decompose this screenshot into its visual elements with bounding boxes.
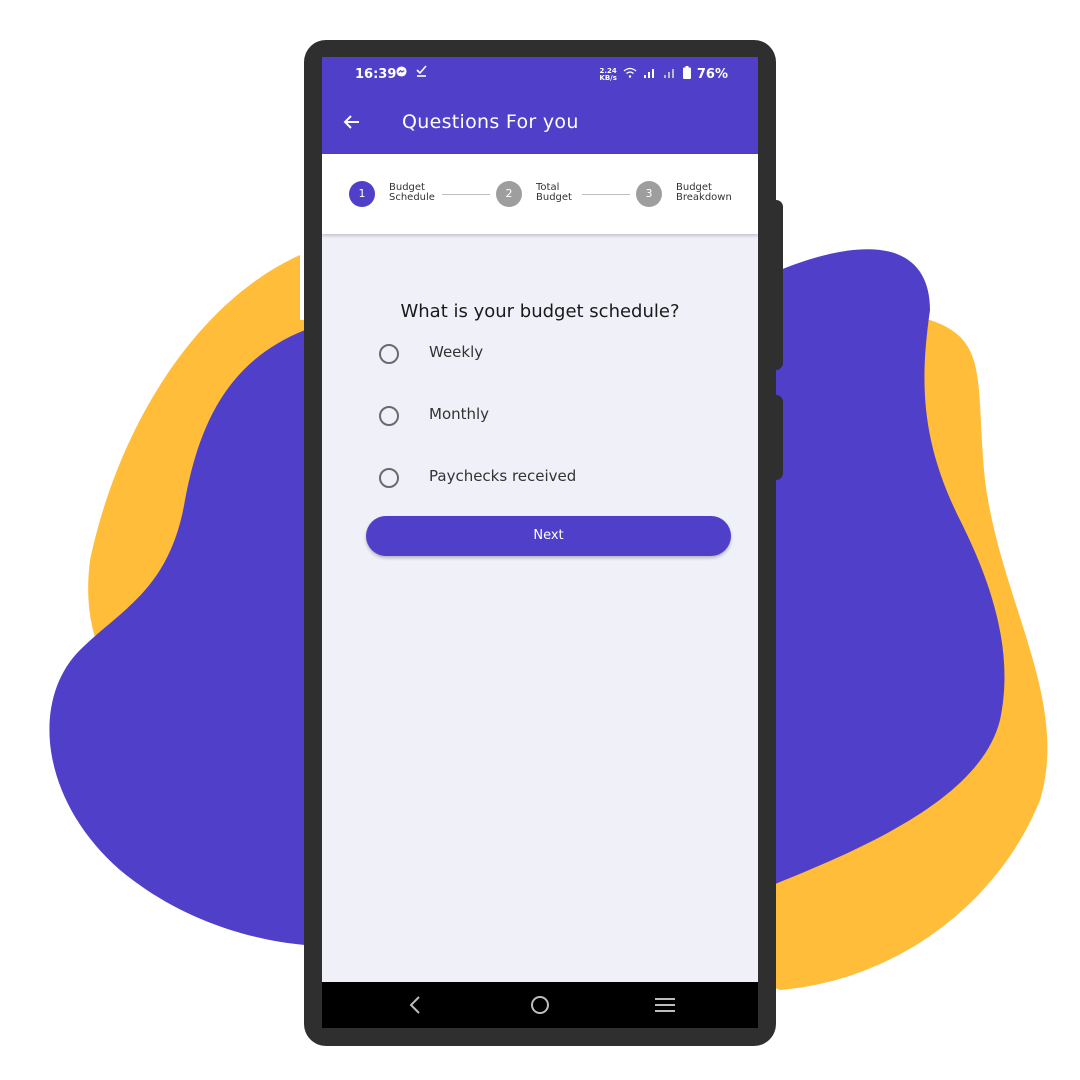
- page-title: Questions For you: [402, 111, 579, 133]
- step-1-label: Budget Schedule: [389, 183, 459, 203]
- battery-percent: 76%: [696, 67, 728, 82]
- status-left-icons: [396, 65, 427, 81]
- option-paychecks-received[interactable]: Paychecks received: [377, 458, 717, 498]
- network-speed: 2.24 KB/s: [599, 67, 617, 82]
- step-1-circle: 1: [349, 181, 375, 207]
- nav-recents-icon[interactable]: [654, 990, 676, 1024]
- status-right: 2.24 KB/s 76%: [599, 66, 728, 83]
- step-2-label: Total Budget: [536, 183, 606, 203]
- phone-screen: 16:39 2.24 KB/s 76% Questions For you 1 …: [322, 57, 758, 1028]
- status-bar: 16:39 2.24 KB/s 76%: [322, 57, 758, 91]
- nav-back-icon[interactable]: [408, 990, 422, 1024]
- step-3-circle: 3: [636, 181, 662, 207]
- stepper: 1 Budget Schedule 2 Total Budget 3 Budge…: [322, 154, 758, 234]
- network-speed-unit: KB/s: [599, 73, 617, 82]
- option-label: Paychecks received: [429, 467, 577, 485]
- step-connector-1: [442, 194, 490, 195]
- system-nav-bar: [322, 982, 758, 1028]
- app-bar: Questions For you: [322, 91, 758, 154]
- option-label: Monthly: [429, 405, 490, 423]
- signal-icon: [643, 67, 657, 82]
- arrow-left-icon[interactable]: [342, 106, 362, 139]
- radio-button[interactable]: [379, 468, 399, 488]
- download-done-icon: [415, 65, 427, 81]
- phone-side-button-lower: [776, 395, 783, 480]
- option-weekly[interactable]: Weekly: [377, 334, 717, 374]
- option-monthly[interactable]: Monthly: [377, 396, 717, 436]
- step-3-label: Budget Breakdown: [676, 183, 746, 203]
- status-time: 16:39: [355, 67, 397, 82]
- radio-button[interactable]: [379, 406, 399, 426]
- messenger-icon: [396, 66, 416, 81]
- phone-side-button-upper: [776, 200, 783, 370]
- question-heading: What is your budget schedule?: [400, 301, 680, 322]
- signal-weak-icon: [663, 67, 677, 82]
- step-3-label-line2: Breakdown: [676, 192, 732, 203]
- next-button[interactable]: Next: [366, 516, 731, 556]
- phone-frame: 16:39 2.24 KB/s 76% Questions For you 1 …: [304, 40, 776, 1046]
- step-connector-2: [582, 194, 630, 195]
- battery-icon: [682, 66, 691, 83]
- radio-button[interactable]: [379, 344, 399, 364]
- nav-home-icon[interactable]: [530, 990, 550, 1024]
- step-2-circle: 2: [496, 181, 522, 207]
- wifi-icon: [623, 67, 637, 82]
- option-label: Weekly: [429, 343, 484, 361]
